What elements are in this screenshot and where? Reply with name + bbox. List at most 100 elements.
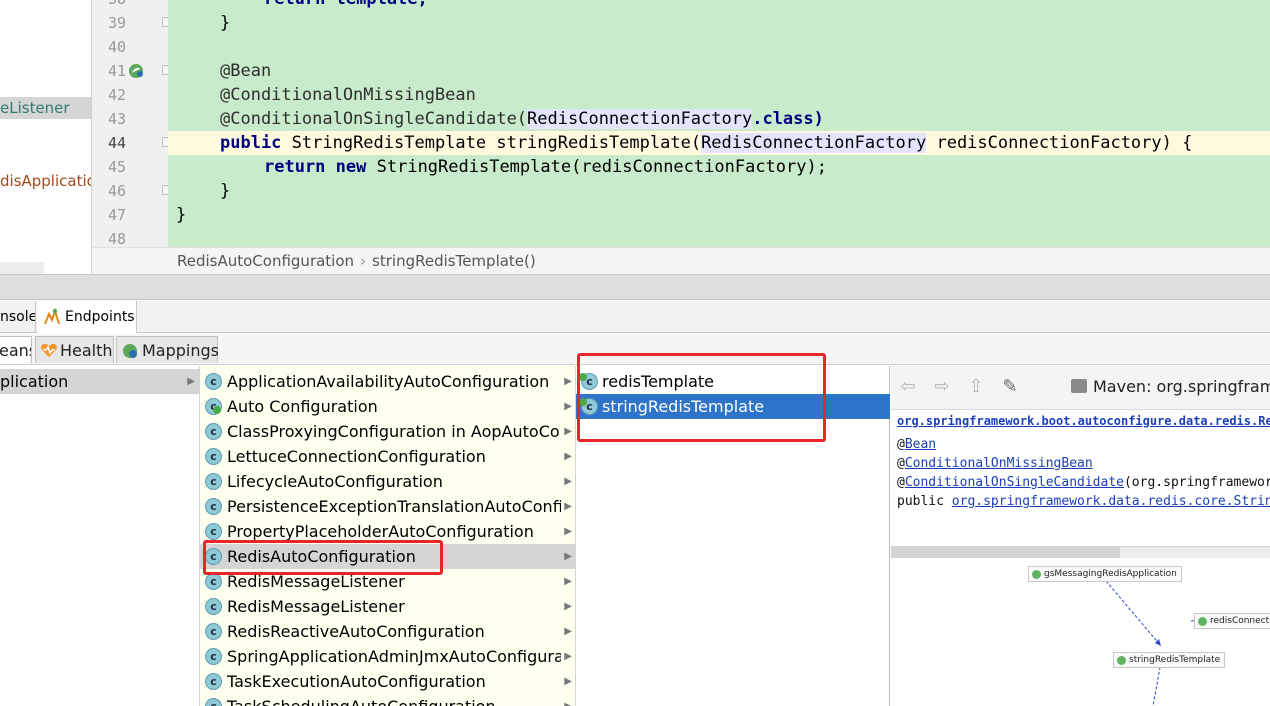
chevron-right-icon: ▶ — [564, 626, 572, 637]
spring-leaf-icon — [213, 406, 221, 414]
bean-label: ApplicationAvailabilityAutoConfiguration — [227, 372, 550, 391]
project-tree-scrollbar[interactable] — [0, 262, 44, 274]
keyword: return template; — [264, 0, 428, 9]
class-icon: c — [205, 498, 222, 515]
bean-label: LifecycleAutoConfiguration — [227, 472, 443, 491]
code-line-38: return template; — [264, 0, 1270, 11]
chevron-right-icon: ▶ — [564, 576, 572, 587]
doc-return-type-link[interactable]: org.springframework.data.redis.core.Stri… — [952, 494, 1270, 509]
tab-console[interactable]: nsole — [0, 301, 36, 333]
spring-bean-gutter-icon[interactable] — [127, 62, 145, 80]
application-column: plication ▶ — [0, 366, 200, 706]
heart-icon — [41, 343, 57, 357]
forward-arrow-icon[interactable]: ⇨ — [931, 376, 953, 398]
bean-item[interactable]: c TaskSchedulingAutoConfiguration▶ — [200, 694, 575, 706]
highlight-box-methods — [577, 353, 826, 442]
tab-mappings[interactable]: Mappings — [116, 336, 219, 363]
graph-node-label: stringRedisTemplate — [1129, 655, 1221, 665]
code-line-43: @ConditionalOnSingleCandidate(RedisConne… — [220, 107, 1270, 131]
line-number: 42 — [107, 86, 126, 104]
back-arrow-icon[interactable]: ⇦ — [897, 376, 919, 398]
tool-window-tabs: nsole Endpoints — [0, 301, 1270, 333]
breadcrumb-class[interactable]: RedisAutoConfiguration — [177, 252, 354, 270]
bean-item[interactable]: c ApplicationAvailabilityAutoConfiguratio… — [200, 369, 575, 394]
bean-label: ClassProxyingConfiguration in AopAutoCon… — [227, 422, 561, 441]
chevron-right-icon: ▶ — [564, 601, 572, 612]
tab-health[interactable]: Health — [35, 336, 114, 363]
bean-item[interactable]: c LifecycleAutoConfiguration ▶ — [200, 469, 575, 494]
param-type[interactable]: RedisConnectionFactory — [701, 133, 927, 153]
doc-annotation-link[interactable]: ConditionalOnSingleCandidate — [905, 475, 1124, 490]
class-icon: c — [205, 473, 222, 490]
chevron-right-icon: ▶ — [564, 676, 572, 687]
bean-label: TaskExecutionAutoConfiguration — [227, 672, 486, 691]
line-number: 39 — [107, 14, 126, 32]
line-number: 47 — [107, 206, 126, 224]
chevron-right-icon: ▶ — [564, 501, 572, 512]
chevron-right-icon: ▶ — [564, 376, 572, 387]
class-icon: c — [205, 673, 222, 690]
project-tree-item-application[interactable]: disApplicatio — [0, 170, 91, 192]
editor-gutter: 38 39 40 41 42 43 44 45 46 47 48 — [92, 0, 198, 248]
code-line-41: @Bean — [220, 59, 1270, 83]
graph-node[interactable]: stringRedisTemplate — [1113, 652, 1226, 668]
class-icon: c — [205, 648, 222, 665]
graph-node-label: redisConnectionFactory — [1210, 616, 1270, 626]
code-line-42: @ConditionalOnMissingBean — [220, 83, 1270, 107]
bean-item[interactable]: c LettuceConnectionConfiguration ▶ — [200, 444, 575, 469]
bean-dependency-graph[interactable]: gsMessagingRedisApplication redisConnect… — [891, 559, 1270, 706]
edit-source-icon[interactable]: ✎ — [999, 376, 1021, 398]
spring-bean-icon — [1198, 617, 1207, 626]
breadcrumb-method[interactable]: stringRedisTemplate() — [372, 252, 536, 270]
up-arrow-icon[interactable]: ⇧ — [965, 376, 987, 398]
bean-label: Auto Configuration — [227, 397, 378, 416]
bean-item[interactable]: c RedisMessageListener ▶ — [200, 594, 575, 619]
chevron-right-icon: ▶ — [564, 551, 572, 562]
method-signature-tail: redisConnectionFactory) { — [926, 133, 1193, 153]
spring-bean-icon — [1117, 656, 1126, 665]
quick-documentation: org.springframework.boot.autoconfigure.d… — [897, 412, 1270, 511]
bean-item[interactable]: c PersistenceExceptionTranslationAutoConf… — [200, 494, 575, 519]
bean-label: RedisMessageListener — [227, 597, 405, 616]
tab-endpoints-label: Endpoints — [65, 309, 135, 325]
bean-label: LettuceConnectionConfiguration — [227, 447, 486, 466]
keyword: public — [220, 133, 282, 153]
bean-item[interactable]: c ClassProxyingConfiguration in AopAutoCo… — [200, 419, 575, 444]
doc-annotation-link[interactable]: ConditionalOnMissingBean — [905, 456, 1093, 471]
graph-node[interactable]: gsMessagingRedisApplication — [1028, 566, 1182, 582]
doc-annotation-link[interactable]: Bean — [905, 437, 936, 452]
method-signature: StringRedisTemplate stringRedisTemplate( — [281, 133, 702, 153]
project-tree-item-listener[interactable]: eListener — [0, 97, 91, 119]
scrollbar-thumb[interactable] — [891, 546, 1120, 558]
bean-item[interactable]: c RedisReactiveAutoConfiguration ▶ — [200, 619, 575, 644]
class-reference[interactable]: RedisConnectionFactory — [527, 109, 753, 129]
chevron-right-icon: ▶ — [564, 426, 572, 437]
code-line-46: } — [220, 181, 231, 201]
annotation-bean: @Bean — [220, 61, 272, 81]
code-editor[interactable]: return template; } @Bean @ConditionalOnM… — [168, 0, 1270, 247]
panel-splitter[interactable] — [0, 274, 1270, 300]
line-number: 40 — [107, 38, 126, 56]
application-item[interactable]: plication ▶ — [0, 369, 200, 394]
bean-label: PersistenceExceptionTranslationAutoConfi… — [227, 497, 561, 516]
bean-item[interactable]: c SpringApplicationAdminJmxAutoConfigurat… — [200, 644, 575, 669]
line-number: 45 — [107, 158, 126, 176]
graph-node[interactable]: redisConnectionFactory — [1194, 613, 1270, 629]
keyword: return — [264, 157, 326, 177]
class-icon: c — [205, 448, 222, 465]
line-number: 43 — [107, 110, 126, 128]
bean-label: RedisReactiveAutoConfiguration — [227, 622, 485, 641]
tab-endpoints[interactable]: Endpoints — [37, 301, 137, 333]
tab-beans[interactable]: eans — [0, 336, 32, 363]
graph-node-label: gsMessagingRedisApplication — [1044, 569, 1177, 579]
maven-label-text: Maven: org.springframework — [1093, 377, 1270, 396]
bean-item[interactable]: cAuto Configuration▶ — [200, 394, 575, 419]
bean-label: SpringApplicationAdminJmxAutoConfigurati… — [227, 647, 561, 666]
bean-item[interactable]: c TaskExecutionAutoConfiguration ▶ — [200, 669, 575, 694]
class-icon: c — [205, 523, 222, 540]
class-icon: c — [205, 698, 222, 706]
maven-library-label: Maven: org.springframework — [1071, 377, 1270, 396]
doc-class-link[interactable]: org.springframework.boot.autoconfigure.d… — [897, 414, 1270, 428]
spring-bean-icon — [1032, 570, 1041, 579]
chevron-right-icon: ▶ — [564, 401, 572, 412]
